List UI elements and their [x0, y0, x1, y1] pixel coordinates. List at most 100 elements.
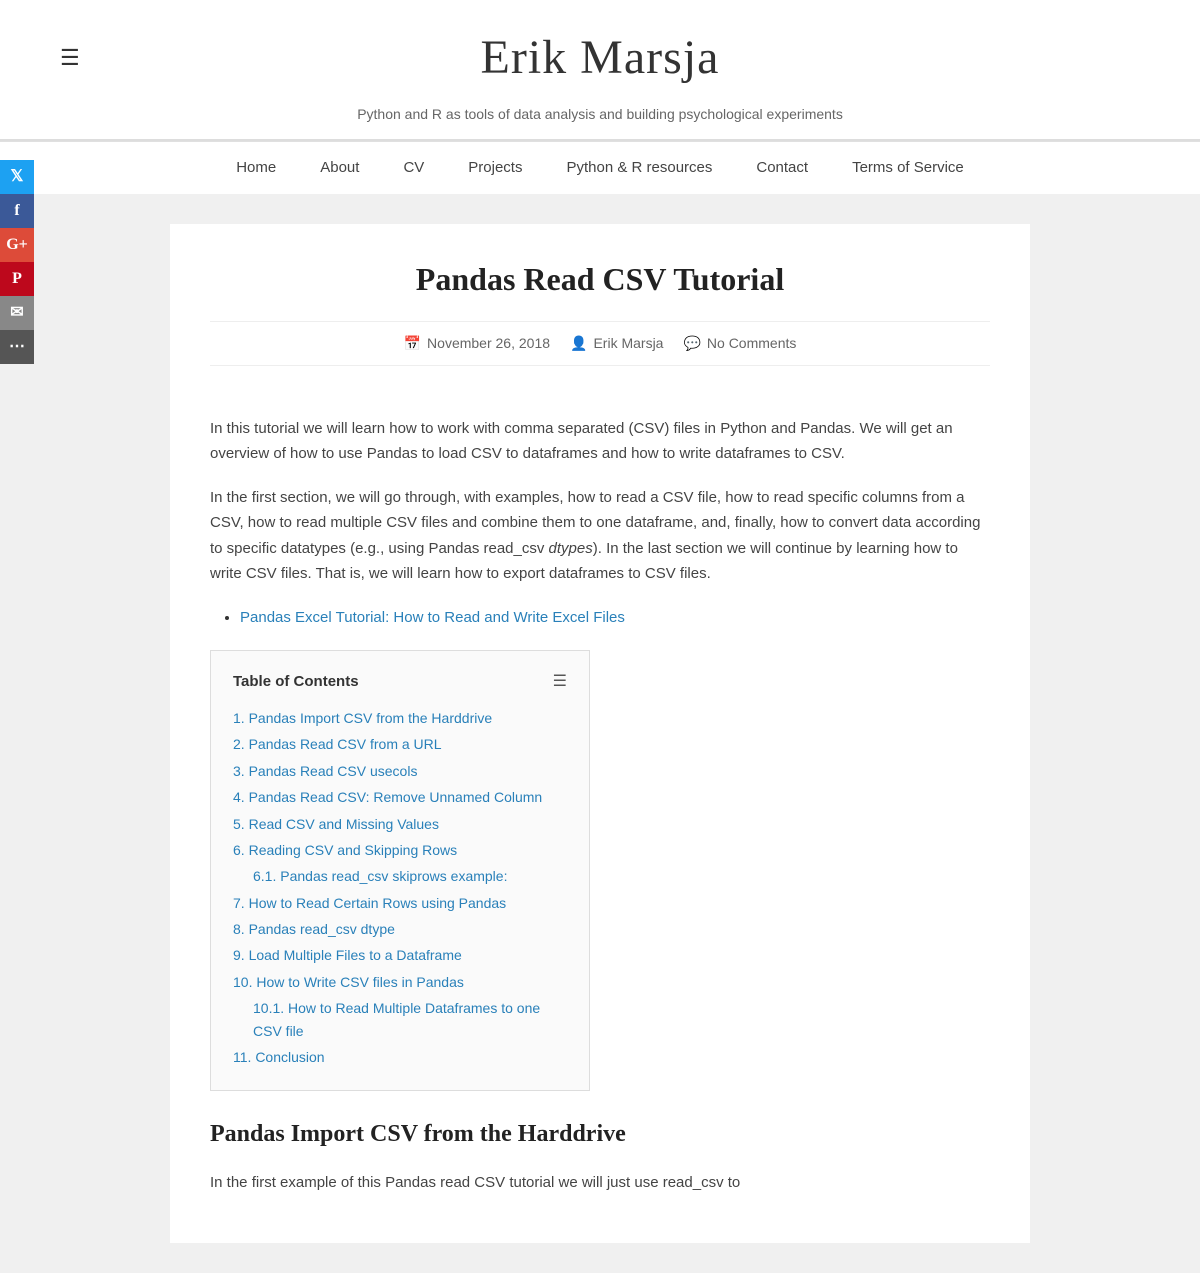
toc-num: 4.: [233, 789, 249, 805]
toc-link-5[interactable]: 5. Read CSV and Missing Values: [233, 816, 439, 832]
toc-label: Pandas Read CSV from a URL: [249, 736, 442, 752]
list-item: 2. Pandas Read CSV from a URL: [233, 733, 567, 755]
twitter-share-button[interactable]: 𝕏: [0, 160, 34, 194]
list-item: 4. Pandas Read CSV: Remove Unnamed Colum…: [233, 786, 567, 808]
nav-item-about[interactable]: About: [298, 142, 381, 194]
toc-num: 3.: [233, 763, 249, 779]
list-item: 11. Conclusion: [233, 1046, 567, 1068]
toc-label: How to Read Certain Rows using Pandas: [249, 895, 507, 911]
article-body: In this tutorial we will learn how to wo…: [170, 386, 1030, 1244]
article-header: Pandas Read CSV Tutorial 📅 November 26, …: [170, 224, 1030, 386]
toc-num: 10.1.: [253, 1000, 288, 1016]
more-share-button[interactable]: ⋯: [0, 330, 34, 364]
meta-date: 📅 November 26, 2018: [404, 332, 550, 354]
email-share-button[interactable]: ✉: [0, 296, 34, 330]
list-item: 8. Pandas read_csv dtype: [233, 918, 567, 940]
facebook-icon: f: [14, 198, 19, 224]
toc-label: Pandas Import CSV from the Harddrive: [249, 710, 493, 726]
toc-label: Read CSV and Missing Values: [249, 816, 439, 832]
meta-comments: 💬 No Comments: [683, 332, 796, 354]
site-tagline: Python and R as tools of data analysis a…: [0, 103, 1200, 125]
toc-link-7[interactable]: 7. How to Read Certain Rows using Pandas: [233, 895, 506, 911]
list-item: 10. How to Write CSV files in Pandas: [233, 971, 567, 993]
toc-list: 1. Pandas Import CSV from the Harddrive …: [233, 707, 567, 1068]
intro2-italic: dtypes: [549, 540, 593, 557]
content-wrapper: Pandas Read CSV Tutorial 📅 November 26, …: [150, 194, 1050, 1273]
toc-link-9[interactable]: 9. Load Multiple Files to a Dataframe: [233, 947, 462, 963]
pinterest-share-button[interactable]: P: [0, 262, 34, 296]
author-icon: 👤: [570, 332, 587, 354]
toc-label: Conclusion: [255, 1049, 324, 1065]
toc-link-10[interactable]: 10. How to Write CSV files in Pandas: [233, 974, 464, 990]
calendar-icon: 📅: [404, 332, 421, 354]
comments-icon: 💬: [683, 332, 700, 354]
toc-toggle-button[interactable]: ☰: [553, 669, 567, 695]
toc-header: Table of Contents ☰: [233, 669, 567, 695]
nav-item-cv[interactable]: CV: [381, 142, 446, 194]
toc-num: 6.: [233, 842, 249, 858]
toc-link-6[interactable]: 6. Reading CSV and Skipping Rows: [233, 842, 457, 858]
google-share-button[interactable]: G+: [0, 228, 34, 262]
hamburger-menu-button[interactable]: ☰: [60, 40, 80, 75]
article-title: Pandas Read CSV Tutorial: [210, 254, 990, 305]
list-item: Pandas Excel Tutorial: How to Read and W…: [240, 605, 990, 631]
list-item: 1. Pandas Import CSV from the Harddrive: [233, 707, 567, 729]
hamburger-icon: ☰: [60, 45, 80, 70]
intro-paragraph-1: In this tutorial we will learn how to wo…: [210, 416, 990, 467]
toc-label: Pandas Read CSV: Remove Unnamed Column: [249, 789, 543, 805]
article-date: November 26, 2018: [427, 332, 550, 354]
list-item: 6.1. Pandas read_csv skiprows example:: [233, 865, 567, 887]
site-header: ☰ Erik Marsja Python and R as tools of d…: [0, 0, 1200, 141]
google-icon: G+: [6, 232, 28, 258]
list-item: 5. Read CSV and Missing Values: [233, 813, 567, 835]
section-1-heading: Pandas Import CSV from the Harddrive: [210, 1115, 990, 1153]
table-of-contents: Table of Contents ☰ 1. Pandas Import CSV…: [210, 650, 590, 1091]
toc-label: Reading CSV and Skipping Rows: [249, 842, 458, 858]
social-sidebar: 𝕏 f G+ P ✉ ⋯: [0, 160, 34, 364]
main-navigation: Home About CV Projects Python & R resour…: [0, 141, 1200, 194]
article-author: Erik Marsja: [593, 332, 663, 354]
email-icon: ✉: [10, 300, 23, 326]
facebook-share-button[interactable]: f: [0, 194, 34, 228]
list-item: 6. Reading CSV and Skipping Rows: [233, 839, 567, 861]
list-item: 9. Load Multiple Files to a Dataframe: [233, 944, 567, 966]
intro-paragraph-2: In the first section, we will go through…: [210, 485, 990, 587]
nav-item-home[interactable]: Home: [214, 142, 298, 194]
list-item: 3. Pandas Read CSV usecols: [233, 760, 567, 782]
toc-num: 11.: [233, 1049, 255, 1065]
toc-label: How to Write CSV files in Pandas: [256, 974, 464, 990]
toc-label: How to Read Multiple Dataframes to one C…: [253, 1000, 540, 1038]
related-links-list: Pandas Excel Tutorial: How to Read and W…: [210, 605, 990, 631]
toc-link-3[interactable]: 3. Pandas Read CSV usecols: [233, 763, 417, 779]
toc-num: 7.: [233, 895, 249, 911]
toc-num: 8.: [233, 921, 249, 937]
toc-link-1[interactable]: 1. Pandas Import CSV from the Harddrive: [233, 710, 492, 726]
nav-item-terms[interactable]: Terms of Service: [830, 142, 986, 194]
article-meta: 📅 November 26, 2018 👤 Erik Marsja 💬 No C…: [210, 321, 990, 365]
toc-label: Pandas read_csv dtype: [249, 921, 395, 937]
toc-num: 10.: [233, 974, 256, 990]
toc-link-11[interactable]: 11. Conclusion: [233, 1049, 325, 1065]
toc-link-2[interactable]: 2. Pandas Read CSV from a URL: [233, 736, 442, 752]
toc-num: 5.: [233, 816, 249, 832]
list-item: 7. How to Read Certain Rows using Pandas: [233, 892, 567, 914]
site-title: Erik Marsja: [0, 20, 1200, 97]
toc-label: Pandas Read CSV usecols: [249, 763, 418, 779]
toc-num: 2.: [233, 736, 249, 752]
nav-item-resources[interactable]: Python & R resources: [544, 142, 734, 194]
toc-num: 9.: [233, 947, 249, 963]
toc-link-8[interactable]: 8. Pandas read_csv dtype: [233, 921, 395, 937]
related-link[interactable]: Pandas Excel Tutorial: How to Read and W…: [240, 609, 625, 626]
toc-link-4[interactable]: 4. Pandas Read CSV: Remove Unnamed Colum…: [233, 789, 542, 805]
twitter-icon: 𝕏: [11, 164, 24, 190]
list-item: 10.1. How to Read Multiple Dataframes to…: [233, 997, 567, 1042]
toc-link-10-1[interactable]: 10.1. How to Read Multiple Dataframes to…: [253, 1000, 540, 1038]
nav-item-contact[interactable]: Contact: [734, 142, 830, 194]
toc-link-6-1[interactable]: 6.1. Pandas read_csv skiprows example:: [253, 868, 507, 884]
pinterest-icon: P: [12, 266, 22, 292]
article: Pandas Read CSV Tutorial 📅 November 26, …: [170, 224, 1030, 1243]
meta-author: 👤 Erik Marsja: [570, 332, 663, 354]
toc-num: 1.: [233, 710, 249, 726]
nav-item-projects[interactable]: Projects: [446, 142, 544, 194]
toc-label: Pandas read_csv skiprows example:: [280, 868, 507, 884]
